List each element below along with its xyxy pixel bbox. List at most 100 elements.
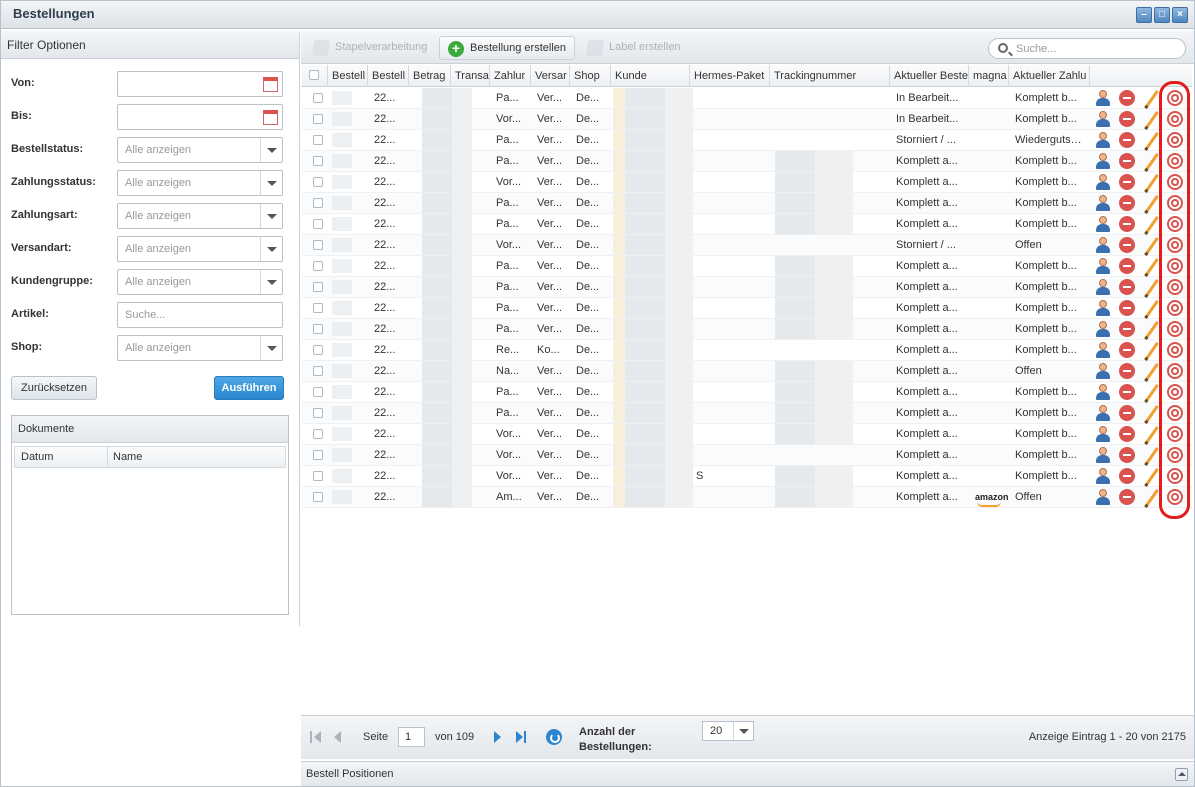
row-checkbox[interactable] [313,492,323,502]
column-header[interactable]: Transa [451,65,490,87]
search-input[interactable]: Suche... [988,38,1186,59]
column-header[interactable]: Shop [570,65,611,87]
row-checkbox[interactable] [313,450,323,460]
chevron-down-icon[interactable] [260,336,282,360]
documents-col-date[interactable]: Datum [21,451,53,463]
next-page-icon[interactable] [494,731,506,743]
row-checkbox[interactable] [313,219,323,229]
customer-icon[interactable] [1095,447,1111,463]
row-checkbox[interactable] [313,471,323,481]
customer-icon[interactable] [1095,90,1111,106]
column-header[interactable]: Betrag [409,65,451,87]
delete-icon[interactable] [1119,447,1135,463]
create-label-button[interactable]: Label erstellen [579,36,689,60]
edit-icon[interactable] [1143,468,1159,484]
chevron-down-icon[interactable] [260,138,282,162]
filter-select[interactable]: Alle anzeigen [117,236,283,262]
filter-select[interactable]: Alle anzeigen [117,335,283,361]
column-header[interactable]: Bestell [368,65,409,87]
column-header[interactable]: Kunde [611,65,690,87]
order-positions-bar[interactable]: Bestell Positionen [301,761,1194,786]
expand-icon[interactable] [1175,768,1188,781]
filter-select[interactable]: Alle anzeigen [117,137,283,163]
column-header[interactable]: Versar [531,65,570,87]
row-checkbox[interactable] [313,135,323,145]
batch-processing-button[interactable]: Stapelverarbeitung [305,36,435,60]
customer-icon[interactable] [1095,237,1111,253]
edit-icon[interactable] [1143,447,1159,463]
customer-icon[interactable] [1095,111,1111,127]
delete-icon[interactable] [1119,468,1135,484]
row-checkbox[interactable] [313,429,323,439]
edit-icon[interactable] [1143,237,1159,253]
column-header[interactable]: Bestell [328,65,368,87]
delete-icon[interactable] [1119,342,1135,358]
table-row[interactable]: 22... Pa... Ver... De... Komplett a... Komple… [302,277,1192,298]
row-checkbox[interactable] [313,324,323,334]
column-header[interactable]: magna [969,65,1009,87]
last-page-icon[interactable] [516,731,528,743]
documents-col-name[interactable]: Name [113,451,142,463]
chevron-down-icon[interactable] [260,237,282,261]
row-checkbox[interactable] [313,303,323,313]
create-order-button[interactable]: + Bestellung erstellen [439,36,576,60]
maximize-button[interactable]: □ [1154,7,1170,23]
customer-icon[interactable] [1095,258,1111,274]
table-row[interactable]: 22... Pa... Ver... De... Storniert / ... Wied… [302,130,1192,151]
customer-icon[interactable] [1095,321,1111,337]
customer-icon[interactable] [1095,468,1111,484]
edit-icon[interactable] [1143,489,1159,505]
date-field[interactable] [117,104,283,130]
delete-icon[interactable] [1119,258,1135,274]
reset-button[interactable]: Zurücksetzen [11,376,97,400]
row-checkbox[interactable] [313,93,323,103]
row-checkbox[interactable] [313,408,323,418]
minimize-button[interactable]: – [1136,7,1152,23]
table-row[interactable]: 22... Na... Ver... De... Komplett a... Offen [302,361,1192,382]
row-checkbox[interactable] [313,114,323,124]
edit-icon[interactable] [1143,153,1159,169]
row-checkbox[interactable] [313,345,323,355]
filter-select[interactable]: Alle anzeigen [117,203,283,229]
column-header[interactable]: Aktueller Beste [890,65,969,87]
delete-icon[interactable] [1119,90,1135,106]
customer-icon[interactable] [1095,342,1111,358]
filter-input[interactable]: Suche... [117,302,283,328]
edit-icon[interactable] [1143,405,1159,421]
edit-icon[interactable] [1143,300,1159,316]
column-header[interactable]: Aktueller Zahlu [1009,65,1090,87]
edit-icon[interactable] [1143,90,1159,106]
delete-icon[interactable] [1119,426,1135,442]
column-header[interactable]: Zahlur [490,65,531,87]
close-button[interactable]: × [1172,7,1188,23]
delete-icon[interactable] [1119,363,1135,379]
row-checkbox[interactable] [313,261,323,271]
edit-icon[interactable] [1143,321,1159,337]
filter-select[interactable]: Alle anzeigen [117,170,283,196]
delete-icon[interactable] [1119,195,1135,211]
run-button[interactable]: Ausführen [214,376,284,400]
edit-icon[interactable] [1143,426,1159,442]
edit-icon[interactable] [1143,258,1159,274]
delete-icon[interactable] [1119,153,1135,169]
table-row[interactable]: 22... Pa... Ver... De... Komplett a... Komple… [302,256,1192,277]
customer-icon[interactable] [1095,489,1111,505]
customer-icon[interactable] [1095,426,1111,442]
edit-icon[interactable] [1143,195,1159,211]
row-checkbox[interactable] [313,366,323,376]
edit-icon[interactable] [1143,384,1159,400]
table-row[interactable]: 22... Pa... Ver... De... Komplett a... Komple… [302,214,1192,235]
table-row[interactable]: 22... Vor... Ver... De... Komplett a... Kompl… [302,424,1192,445]
calendar-icon[interactable] [263,77,278,92]
table-row[interactable]: 22... Vor... Ver... De... Komplett a... Kompl… [302,172,1192,193]
table-row[interactable]: 22... Pa... Ver... De... Komplett a... Komple… [302,298,1192,319]
refresh-icon[interactable] [546,729,562,745]
chevron-down-icon[interactable] [260,204,282,228]
table-row[interactable]: 22... Pa... Ver... De... Komplett a... Komple… [302,193,1192,214]
table-row[interactable]: 22... Pa... Ver... De... Komplett a... Komple… [302,319,1192,340]
select-all-checkbox[interactable] [302,65,328,87]
table-row[interactable]: 22... Pa... Ver... De... Komplett a... Komple… [302,151,1192,172]
table-row[interactable]: 22... Re... Ko... De... Komplett a... Komplet… [302,340,1192,361]
prev-page-icon[interactable] [334,731,346,743]
column-header[interactable]: Hermes-Paket [690,65,770,87]
